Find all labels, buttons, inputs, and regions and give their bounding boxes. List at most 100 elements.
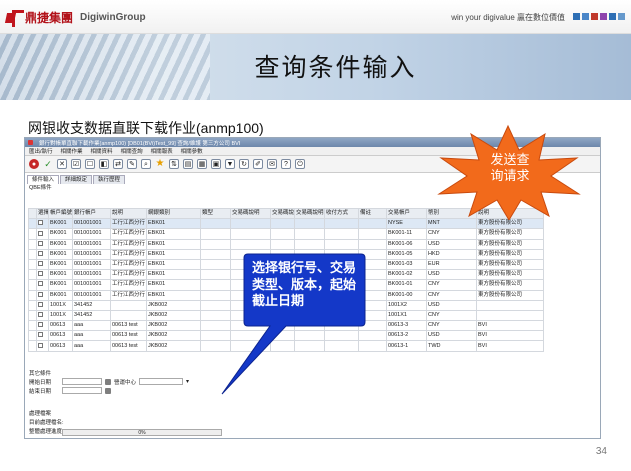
calc-icon[interactable]: ▣	[211, 159, 221, 169]
cell-trade-acct: BK001-00	[386, 289, 427, 301]
favorite-icon[interactable]: ★	[155, 159, 165, 169]
calendar-icon[interactable]	[105, 387, 111, 394]
row-checkbox[interactable]	[38, 342, 43, 348]
filter-icon[interactable]: ▼	[225, 159, 235, 169]
cancel-icon[interactable]: ✕	[57, 159, 67, 169]
tab-1[interactable]: 詳細設定	[60, 175, 93, 184]
cell-desc: 工行江西分行	[110, 238, 147, 250]
column-header[interactable]: 銀行帳戶	[72, 207, 111, 220]
column-header[interactable]: 交易碼說明	[230, 207, 271, 220]
cell-company: 東方股份有限公司	[476, 269, 544, 281]
row-checkbox[interactable]	[38, 271, 43, 277]
row-checkbox[interactable]	[38, 250, 43, 256]
cell-bank_acct: 001001001	[72, 228, 111, 240]
row-checkbox[interactable]	[38, 240, 43, 246]
cell-currency: TWD	[426, 340, 477, 352]
tab-2[interactable]: 執行歷程	[93, 175, 126, 184]
end-date-input[interactable]	[62, 387, 102, 394]
column-header[interactable]: 網銀類別	[146, 207, 201, 220]
column-header[interactable]: 收付方式	[324, 207, 359, 220]
column-header[interactable]: 說明	[110, 207, 147, 220]
attach-icon[interactable]: ✎	[127, 159, 137, 169]
progress-label: 整體處理進度	[29, 428, 63, 435]
menu-item[interactable]: 相關參數	[181, 147, 203, 155]
row-checkbox[interactable]	[38, 261, 43, 267]
export-icon[interactable]: ▦	[197, 159, 207, 169]
cell-empty	[230, 228, 271, 240]
cell-trade-acct: 00613-3	[386, 320, 427, 332]
row-checkbox[interactable]	[38, 332, 43, 338]
row-checkbox[interactable]	[38, 312, 43, 318]
sort-icon[interactable]: ⇅	[169, 159, 179, 169]
row-checkbox[interactable]	[38, 220, 43, 226]
refresh-icon[interactable]: ↻	[239, 159, 249, 169]
print-icon[interactable]: ▤	[183, 159, 193, 169]
dropdown-chevron-icon[interactable]: ▾	[186, 378, 189, 385]
cell-acct: BK001	[48, 218, 73, 230]
cell-acct: BK001	[48, 228, 73, 240]
table-row[interactable]: BK001 001001001 工行江西分行 EBK01 NYSE MNT 東方股份有限公司	[28, 218, 544, 230]
select-cell[interactable]	[36, 218, 49, 230]
column-header[interactable]	[28, 207, 37, 220]
menu-item[interactable]: 相關資料	[91, 147, 113, 155]
menu-item[interactable]: 相關查詢	[121, 147, 143, 155]
calendar-icon[interactable]	[105, 378, 111, 385]
table-row[interactable]: BK001 001001001 工行江西分行 EBK01 BK001-06 USD 東方股份…	[28, 238, 544, 250]
cell-bank_acct: 001001001	[72, 269, 111, 281]
cell-empty	[200, 218, 231, 230]
select-cell[interactable]	[36, 238, 49, 250]
row-indicator	[28, 299, 37, 311]
slide-subtitle: 网银收支数据直联下载作业(anmp100)	[28, 120, 264, 136]
column-header[interactable]: 交易帳戶	[386, 207, 427, 220]
exit-app-icon[interactable]: ⏻	[295, 159, 305, 169]
column-header[interactable]: 交易碼說明	[270, 207, 295, 220]
select-cell[interactable]	[36, 279, 49, 291]
center-input[interactable]	[139, 378, 184, 385]
menu-item[interactable]: 相關作業	[61, 147, 83, 155]
cell-bank_acct: 001001001	[72, 218, 111, 230]
column-header[interactable]: 帳戶編號	[48, 207, 73, 220]
column-header[interactable]: 類型	[200, 207, 231, 220]
chat-icon[interactable]: ✉	[267, 159, 277, 169]
select-cell[interactable]	[36, 289, 49, 301]
table-row[interactable]: 00613 aaa 00613 test JKB002 00613-1 TWD BVI	[28, 340, 544, 352]
select-cell[interactable]	[36, 309, 49, 322]
column-header[interactable]: 備註	[358, 207, 387, 220]
cell-trade-acct: 00613-1	[386, 340, 427, 352]
select-cell[interactable]	[36, 320, 49, 332]
select-cell[interactable]	[36, 258, 49, 271]
select-cell[interactable]	[36, 299, 49, 311]
select-cell[interactable]	[36, 228, 49, 240]
toggle-icon[interactable]: ◧	[99, 159, 109, 169]
shuffle-icon[interactable]: ⇄	[113, 159, 123, 169]
row-checkbox[interactable]	[38, 281, 43, 287]
column-header[interactable]: 選擇	[36, 207, 49, 220]
exit-icon[interactable]: ●	[29, 159, 39, 169]
cell-desc: 00613 test	[110, 330, 147, 342]
select-cell[interactable]	[36, 269, 49, 281]
checkbox-icon[interactable]: ☐	[85, 159, 95, 169]
accept-icon[interactable]: ✓	[43, 159, 53, 169]
cell-empty	[358, 218, 387, 230]
tab-0[interactable]: 條件輸入	[27, 175, 60, 184]
select-cell[interactable]	[36, 330, 49, 342]
search-icon[interactable]: ⌕	[141, 159, 151, 169]
cell-bank_acct: aaa	[72, 320, 111, 332]
clear-icon[interactable]: ✐	[253, 159, 263, 169]
start-date-input[interactable]	[62, 378, 102, 385]
select-cell[interactable]	[36, 340, 49, 352]
row-checkbox[interactable]	[38, 230, 43, 236]
row-checkbox[interactable]	[38, 301, 43, 307]
select-all-icon[interactable]: ☑	[71, 159, 81, 169]
end-date-label: 結束日期	[29, 388, 52, 395]
table-row[interactable]: BK001 001001001 工行江西分行 EBK01 BK001-11 CNY 東方股份…	[28, 228, 544, 240]
menu-item[interactable]: 相關報表	[151, 147, 173, 155]
select-cell[interactable]	[36, 248, 49, 260]
cell-empty	[294, 238, 325, 250]
column-header[interactable]: 交易碼說明	[294, 207, 325, 220]
help-icon[interactable]: ?	[281, 159, 291, 169]
row-checkbox[interactable]	[38, 291, 43, 297]
cell-empty	[230, 218, 271, 230]
row-checkbox[interactable]	[38, 322, 43, 328]
menu-item[interactable]: 匯出/執行	[29, 147, 53, 155]
